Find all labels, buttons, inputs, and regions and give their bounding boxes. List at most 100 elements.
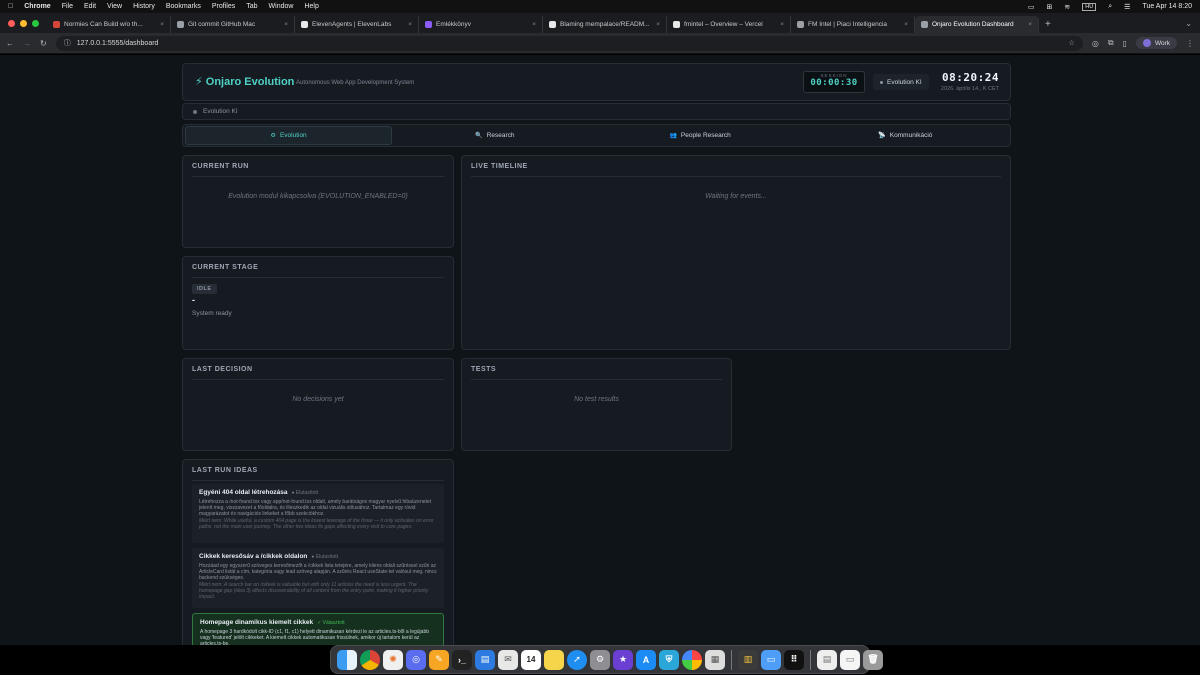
reload-icon[interactable]: ↻ xyxy=(40,39,47,48)
status-bar: Evolution KI xyxy=(182,103,1011,120)
mail-icon[interactable]: ✉ xyxy=(498,649,518,670)
tests-title: TESTS xyxy=(471,366,722,380)
tab-close-icon[interactable]: × xyxy=(160,21,164,28)
vpn-shield-icon[interactable]: ⛨ xyxy=(659,649,679,670)
menu-window[interactable]: Window xyxy=(269,3,294,10)
battery-icon[interactable]: ▭ xyxy=(1028,3,1035,11)
extensions-puzzle-icon[interactable]: ⧉ xyxy=(1108,38,1114,48)
grid-status-icon[interactable]: ⊞ xyxy=(1047,3,1053,11)
browser-tab[interactable]: fmintel – Overview – Vercel × xyxy=(667,16,791,33)
browser-tab[interactable]: Emlékkönyv × xyxy=(419,16,543,33)
idea-card[interactable]: Egyéni 404 oldal létrehozása ● Elutasítot… xyxy=(192,484,444,543)
finder-icon[interactable] xyxy=(337,649,357,670)
messages-window-icon[interactable]: ▭ xyxy=(761,649,781,670)
search-icon[interactable]: ⌕ xyxy=(1108,3,1112,11)
address-bar[interactable]: ⓘ 127.0.0.1:5555/dashboard ☆ xyxy=(55,35,1083,51)
extension-icon[interactable]: ◎ xyxy=(1092,39,1099,48)
calendar-icon[interactable]: 14 xyxy=(521,649,541,670)
keypad-icon[interactable]: ⠿ xyxy=(784,649,804,670)
site-info-icon[interactable]: ⓘ xyxy=(64,38,71,48)
input-language[interactable]: HU xyxy=(1082,2,1097,11)
browser-tab[interactable]: Git commit GitHub Mac × xyxy=(171,16,295,33)
browser-tab[interactable]: Onjaro Evolution Dashboard × xyxy=(915,16,1039,33)
menu-profiles[interactable]: Profiles xyxy=(212,3,235,10)
safari-like-icon[interactable]: ◎ xyxy=(406,649,426,670)
tab-close-icon[interactable]: × xyxy=(532,21,536,28)
tab-title: Normies Can Build w/o th... xyxy=(64,21,143,28)
settings-icon[interactable]: ⚙ xyxy=(590,649,610,670)
tab-title: Blaming mempalace/READM... xyxy=(560,21,650,28)
tab-people-research[interactable]: 👥 People Research xyxy=(598,126,803,145)
menu-view[interactable]: View xyxy=(107,3,122,10)
satellite-icon: 📡 xyxy=(878,133,886,139)
notes-icon[interactable] xyxy=(544,649,564,670)
evolution-ki-label: Evolution KI xyxy=(887,78,922,86)
tab-close-icon[interactable]: × xyxy=(904,21,908,28)
app-logo-text: Onjaro Evolution xyxy=(205,76,295,88)
appstore-icon[interactable]: A xyxy=(636,649,656,670)
menubar-clock[interactable]: Tue Apr 14 8:20 xyxy=(1142,3,1192,10)
profile-button[interactable]: Work xyxy=(1135,37,1177,49)
stacks-app-icon[interactable]: ▥ xyxy=(738,649,758,670)
apps-grid-icon[interactable]: ▦ xyxy=(705,649,725,670)
magnifier-icon: 🔍 xyxy=(475,133,483,139)
tab-close-icon[interactable]: × xyxy=(408,21,412,28)
terminal-icon[interactable]: ›_ xyxy=(452,649,472,670)
chrome-icon[interactable] xyxy=(360,649,380,670)
browser-tab[interactable]: Normies Can Build w/o th... × xyxy=(47,16,171,33)
tests-panel: TESTS No test results xyxy=(461,358,732,451)
close-window-icon[interactable] xyxy=(8,20,15,27)
menu-app-name[interactable]: Chrome xyxy=(24,3,50,10)
tab-evolution[interactable]: ⚙ Evolution xyxy=(185,126,393,145)
tab-kommunikacio[interactable]: 📡 Kommunikáció xyxy=(803,126,1008,145)
browser-tab[interactable]: Blaming mempalace/READM... × xyxy=(543,16,667,33)
tab-kommunikacio-label: Kommunikáció xyxy=(889,132,933,139)
header-clock: 08:20:24 2026. április 14., K CET xyxy=(941,71,999,92)
back-icon[interactable]: ← xyxy=(6,39,14,48)
tests-message: No test results xyxy=(574,396,619,403)
safari-icon[interactable]: ➚ xyxy=(567,649,587,670)
new-tab-button[interactable]: + xyxy=(1039,19,1057,33)
wifi-icon[interactable]: ≋ xyxy=(1064,3,1070,11)
documents-stack-icon[interactable]: ▤ xyxy=(817,649,837,670)
control-center-icon[interactable]: ☰ xyxy=(1124,3,1130,11)
tab-search-chevron-icon[interactable]: ⌄ xyxy=(1177,19,1200,33)
menu-bookmarks[interactable]: Bookmarks xyxy=(166,3,201,10)
tab-close-icon[interactable]: × xyxy=(284,21,288,28)
current-stage-panel: CURRENT STAGE IDLE - System ready xyxy=(182,256,454,350)
browser-tab[interactable]: ElevenAgents | ElevenLabs × xyxy=(295,16,419,33)
evolution-ki-badge[interactable]: Evolution KI xyxy=(873,74,929,90)
browser-tab[interactable]: FM Intel | Piaci Intelligencia × xyxy=(791,16,915,33)
macos-menubar:  Chrome File Edit View History Bookmark… xyxy=(0,0,1200,13)
tab-favicon-icon xyxy=(177,21,184,28)
maximize-window-icon[interactable] xyxy=(32,20,39,27)
apple-icon[interactable]:  xyxy=(8,3,13,10)
photos-icon[interactable] xyxy=(682,649,702,670)
launchpad-sparkle-icon[interactable]: ✺ xyxy=(383,649,403,670)
trash-icon[interactable]: 🗑 xyxy=(863,649,883,670)
menu-help[interactable]: Help xyxy=(304,3,318,10)
idea-card[interactable]: Cikkek keresősáv a /cikkek oldalon ● Elut… xyxy=(192,548,444,608)
tab-close-icon[interactable]: × xyxy=(780,21,784,28)
more-menu-icon[interactable]: ⋮ xyxy=(1186,39,1194,48)
window-controls xyxy=(8,20,39,27)
app-store-document-icon[interactable]: ▤ xyxy=(475,649,495,670)
sidepanel-icon[interactable]: ▯ xyxy=(1123,39,1127,48)
pencil-app-icon[interactable]: ✎ xyxy=(429,649,449,670)
minimize-window-icon[interactable] xyxy=(20,20,27,27)
tab-close-icon[interactable]: × xyxy=(656,21,660,28)
imovie-star-icon[interactable]: ★ xyxy=(613,649,633,670)
downloads-stack-icon[interactable]: ▭ xyxy=(840,649,860,670)
idea-rejection-reason: Miért nem: While useful, a custom 404 pa… xyxy=(199,518,434,530)
tab-research[interactable]: 🔍 Research xyxy=(392,126,597,145)
menu-history[interactable]: History xyxy=(133,3,155,10)
idea-card-selected[interactable]: Homepage dinamikus kiemelt cikkek ✓ Válas… xyxy=(192,613,444,645)
menu-tab[interactable]: Tab xyxy=(246,3,257,10)
menu-edit[interactable]: Edit xyxy=(84,3,96,10)
tab-close-icon[interactable]: × xyxy=(1028,21,1032,28)
forward-icon[interactable]: → xyxy=(23,39,31,48)
bookmark-star-icon[interactable]: ☆ xyxy=(1069,39,1075,47)
menu-file[interactable]: File xyxy=(62,3,73,10)
app-logo[interactable]: ⚡ Onjaro Evolution xyxy=(195,75,294,88)
tab-favicon-icon xyxy=(921,21,928,28)
